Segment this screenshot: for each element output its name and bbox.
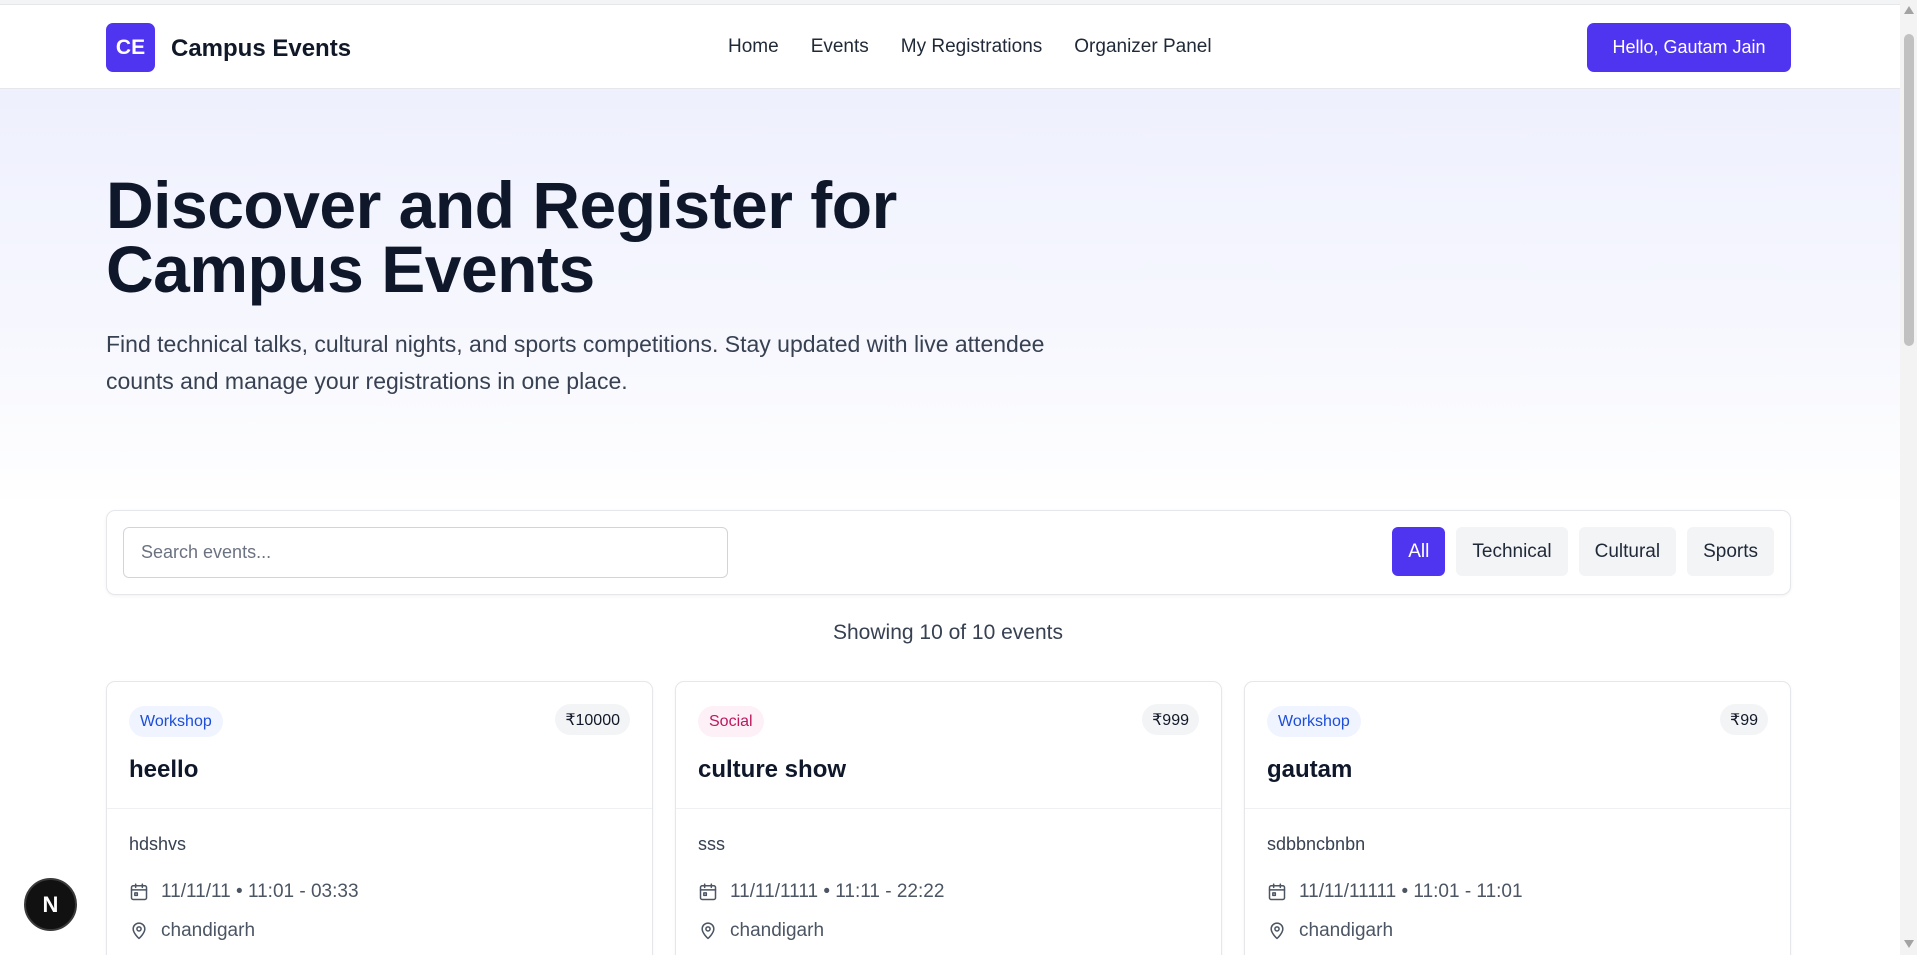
- event-location: chandigarh: [1267, 920, 1393, 942]
- map-pin-icon: [701, 922, 715, 940]
- price-badge: ₹99: [1720, 704, 1768, 735]
- user-menu-button[interactable]: Hello, Gautam Jain: [1587, 23, 1791, 72]
- nav-organizer-panel[interactable]: Organizer Panel: [1074, 36, 1211, 58]
- event-card[interactable]: Workshop ₹10000 heello hdshvs 11/11/11 •…: [106, 681, 653, 955]
- card-divider: [107, 808, 652, 809]
- event-datetime: 11/11/1111 • 11:11 - 22:22: [698, 881, 944, 903]
- event-card[interactable]: Workshop ₹99 gautam sdbbncbnbn 11/11/111…: [1244, 681, 1791, 955]
- main-nav: Home Events My Registrations Organizer P…: [728, 36, 1244, 58]
- calendar-icon: [1268, 883, 1286, 901]
- event-datetime-text: 11/11/1111 • 11:11 - 22:22: [730, 881, 945, 902]
- scroll-thumb[interactable]: [1904, 34, 1914, 346]
- event-title[interactable]: culture show: [698, 756, 846, 784]
- filter-all[interactable]: All: [1392, 527, 1446, 576]
- category-badge: Workshop: [1267, 706, 1361, 737]
- filter-bar: All Technical Cultural Sports: [106, 510, 1791, 595]
- category-filters: All Technical Cultural Sports: [1392, 527, 1774, 576]
- scroll-up-arrow-icon[interactable]: [1904, 6, 1914, 14]
- calendar-icon: [130, 883, 148, 901]
- event-location: chandigarh: [698, 920, 824, 942]
- event-location-text: chandigarh: [161, 920, 256, 941]
- filter-technical[interactable]: Technical: [1456, 527, 1568, 576]
- category-badge: Workshop: [129, 706, 223, 737]
- hero-subtitle: Find technical talks, cultural nights, a…: [106, 331, 1045, 394]
- page-scrollbar[interactable]: [1900, 0, 1917, 955]
- search-input[interactable]: [123, 527, 728, 578]
- scroll-down-arrow-icon[interactable]: [1904, 940, 1914, 948]
- map-pin-icon: [1270, 922, 1284, 940]
- event-datetime-text: 11/11/11 • 11:01 - 03:33: [161, 881, 359, 902]
- brand-name[interactable]: Campus Events: [171, 35, 351, 63]
- event-title[interactable]: heello: [129, 756, 198, 784]
- calendar-icon: [699, 883, 717, 901]
- card-divider: [1245, 808, 1790, 809]
- category-badge: Social: [698, 706, 764, 737]
- hero-section: Discover and Register for Campus Events …: [0, 89, 1900, 509]
- results-count: Showing 10 of 10 events: [833, 621, 1063, 644]
- event-location-text: chandigarh: [1299, 920, 1394, 941]
- event-description: sdbbncbnbn: [1267, 834, 1366, 854]
- logo[interactable]: CE: [106, 23, 155, 72]
- filter-sports[interactable]: Sports: [1687, 527, 1774, 576]
- filter-cultural[interactable]: Cultural: [1578, 527, 1677, 576]
- price-badge: ₹999: [1142, 704, 1199, 735]
- event-description: sss: [698, 834, 725, 854]
- site-header: CE Campus Events Home Events My Registra…: [0, 5, 1900, 89]
- event-location-text: chandigarh: [730, 920, 825, 941]
- nav-home[interactable]: Home: [728, 36, 779, 58]
- hero-title: Discover and Register for Campus Events: [106, 168, 897, 306]
- event-datetime: 11/11/11 • 11:01 - 03:33: [129, 881, 359, 903]
- event-card[interactable]: Social ₹999 culture show sss 11/11/1111 …: [675, 681, 1222, 955]
- event-datetime: 11/11/11111 • 11:01 - 11:01: [1267, 881, 1523, 903]
- card-divider: [676, 808, 1221, 809]
- event-title[interactable]: gautam: [1267, 756, 1352, 784]
- map-pin-icon: [132, 922, 146, 940]
- nav-events[interactable]: Events: [811, 36, 869, 58]
- event-location: chandigarh: [129, 920, 255, 942]
- event-datetime-text: 11/11/11111 • 11:01 - 11:01: [1299, 881, 1523, 902]
- event-description: hdshvs: [129, 834, 187, 854]
- price-badge: ₹10000: [555, 704, 630, 735]
- nav-my-registrations[interactable]: My Registrations: [901, 36, 1043, 58]
- nextjs-dev-badge[interactable]: N: [24, 878, 77, 931]
